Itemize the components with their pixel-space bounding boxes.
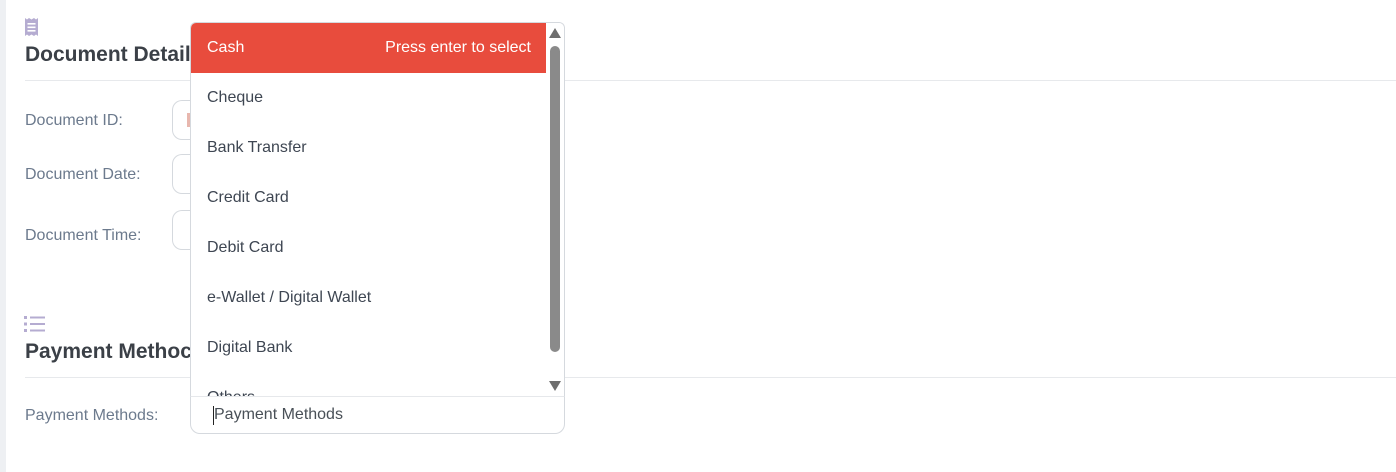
section-title-document-details: Document Detail <box>25 43 191 66</box>
option-others[interactable]: Others <box>191 373 546 396</box>
option-credit-card[interactable]: Credit Card <box>191 173 546 223</box>
options-list: Cash Press enter to select Cheque Bank T… <box>191 23 546 396</box>
payment-methods-label: Payment Methods: <box>25 407 159 424</box>
document-time-label: Document Time: <box>25 227 142 244</box>
option-label: Digital Bank <box>207 339 293 356</box>
option-label: Cash <box>207 39 245 56</box>
document-date-label: Document Date: <box>25 166 141 183</box>
option-label: Debit Card <box>207 239 284 256</box>
payment-methods-placeholder: Payment Methods <box>214 406 343 423</box>
dropdown-scrollbar[interactable] <box>546 23 564 396</box>
section-title-payment-methods: Payment Methoc <box>25 340 192 363</box>
option-e-wallet[interactable]: e-Wallet / Digital Wallet <box>191 273 546 323</box>
option-label: Credit Card <box>207 189 289 206</box>
select-hint: Press enter to select <box>385 39 531 56</box>
receipt-icon <box>24 17 39 42</box>
document-id-label: Document ID: <box>25 112 123 129</box>
option-digital-bank[interactable]: Digital Bank <box>191 323 546 373</box>
option-cash[interactable]: Cash Press enter to select <box>191 23 546 73</box>
option-label: Cheque <box>207 89 264 106</box>
list-icon <box>24 316 46 337</box>
payment-methods-select[interactable]: Payment Methods <box>190 397 565 434</box>
option-bank-transfer[interactable]: Bank Transfer <box>191 123 546 173</box>
option-debit-card[interactable]: Debit Card <box>191 223 546 273</box>
option-label: Others <box>207 389 255 396</box>
option-cheque[interactable]: Cheque <box>191 73 546 123</box>
scroll-down-arrow-icon[interactable] <box>549 381 561 391</box>
scroll-up-arrow-icon[interactable] <box>549 28 561 38</box>
left-border <box>0 0 6 472</box>
payment-methods-dropdown: Cash Press enter to select Cheque Bank T… <box>190 22 565 397</box>
option-label: Bank Transfer <box>207 139 307 156</box>
scroll-thumb[interactable] <box>550 46 560 352</box>
option-label: e-Wallet / Digital Wallet <box>207 289 372 306</box>
